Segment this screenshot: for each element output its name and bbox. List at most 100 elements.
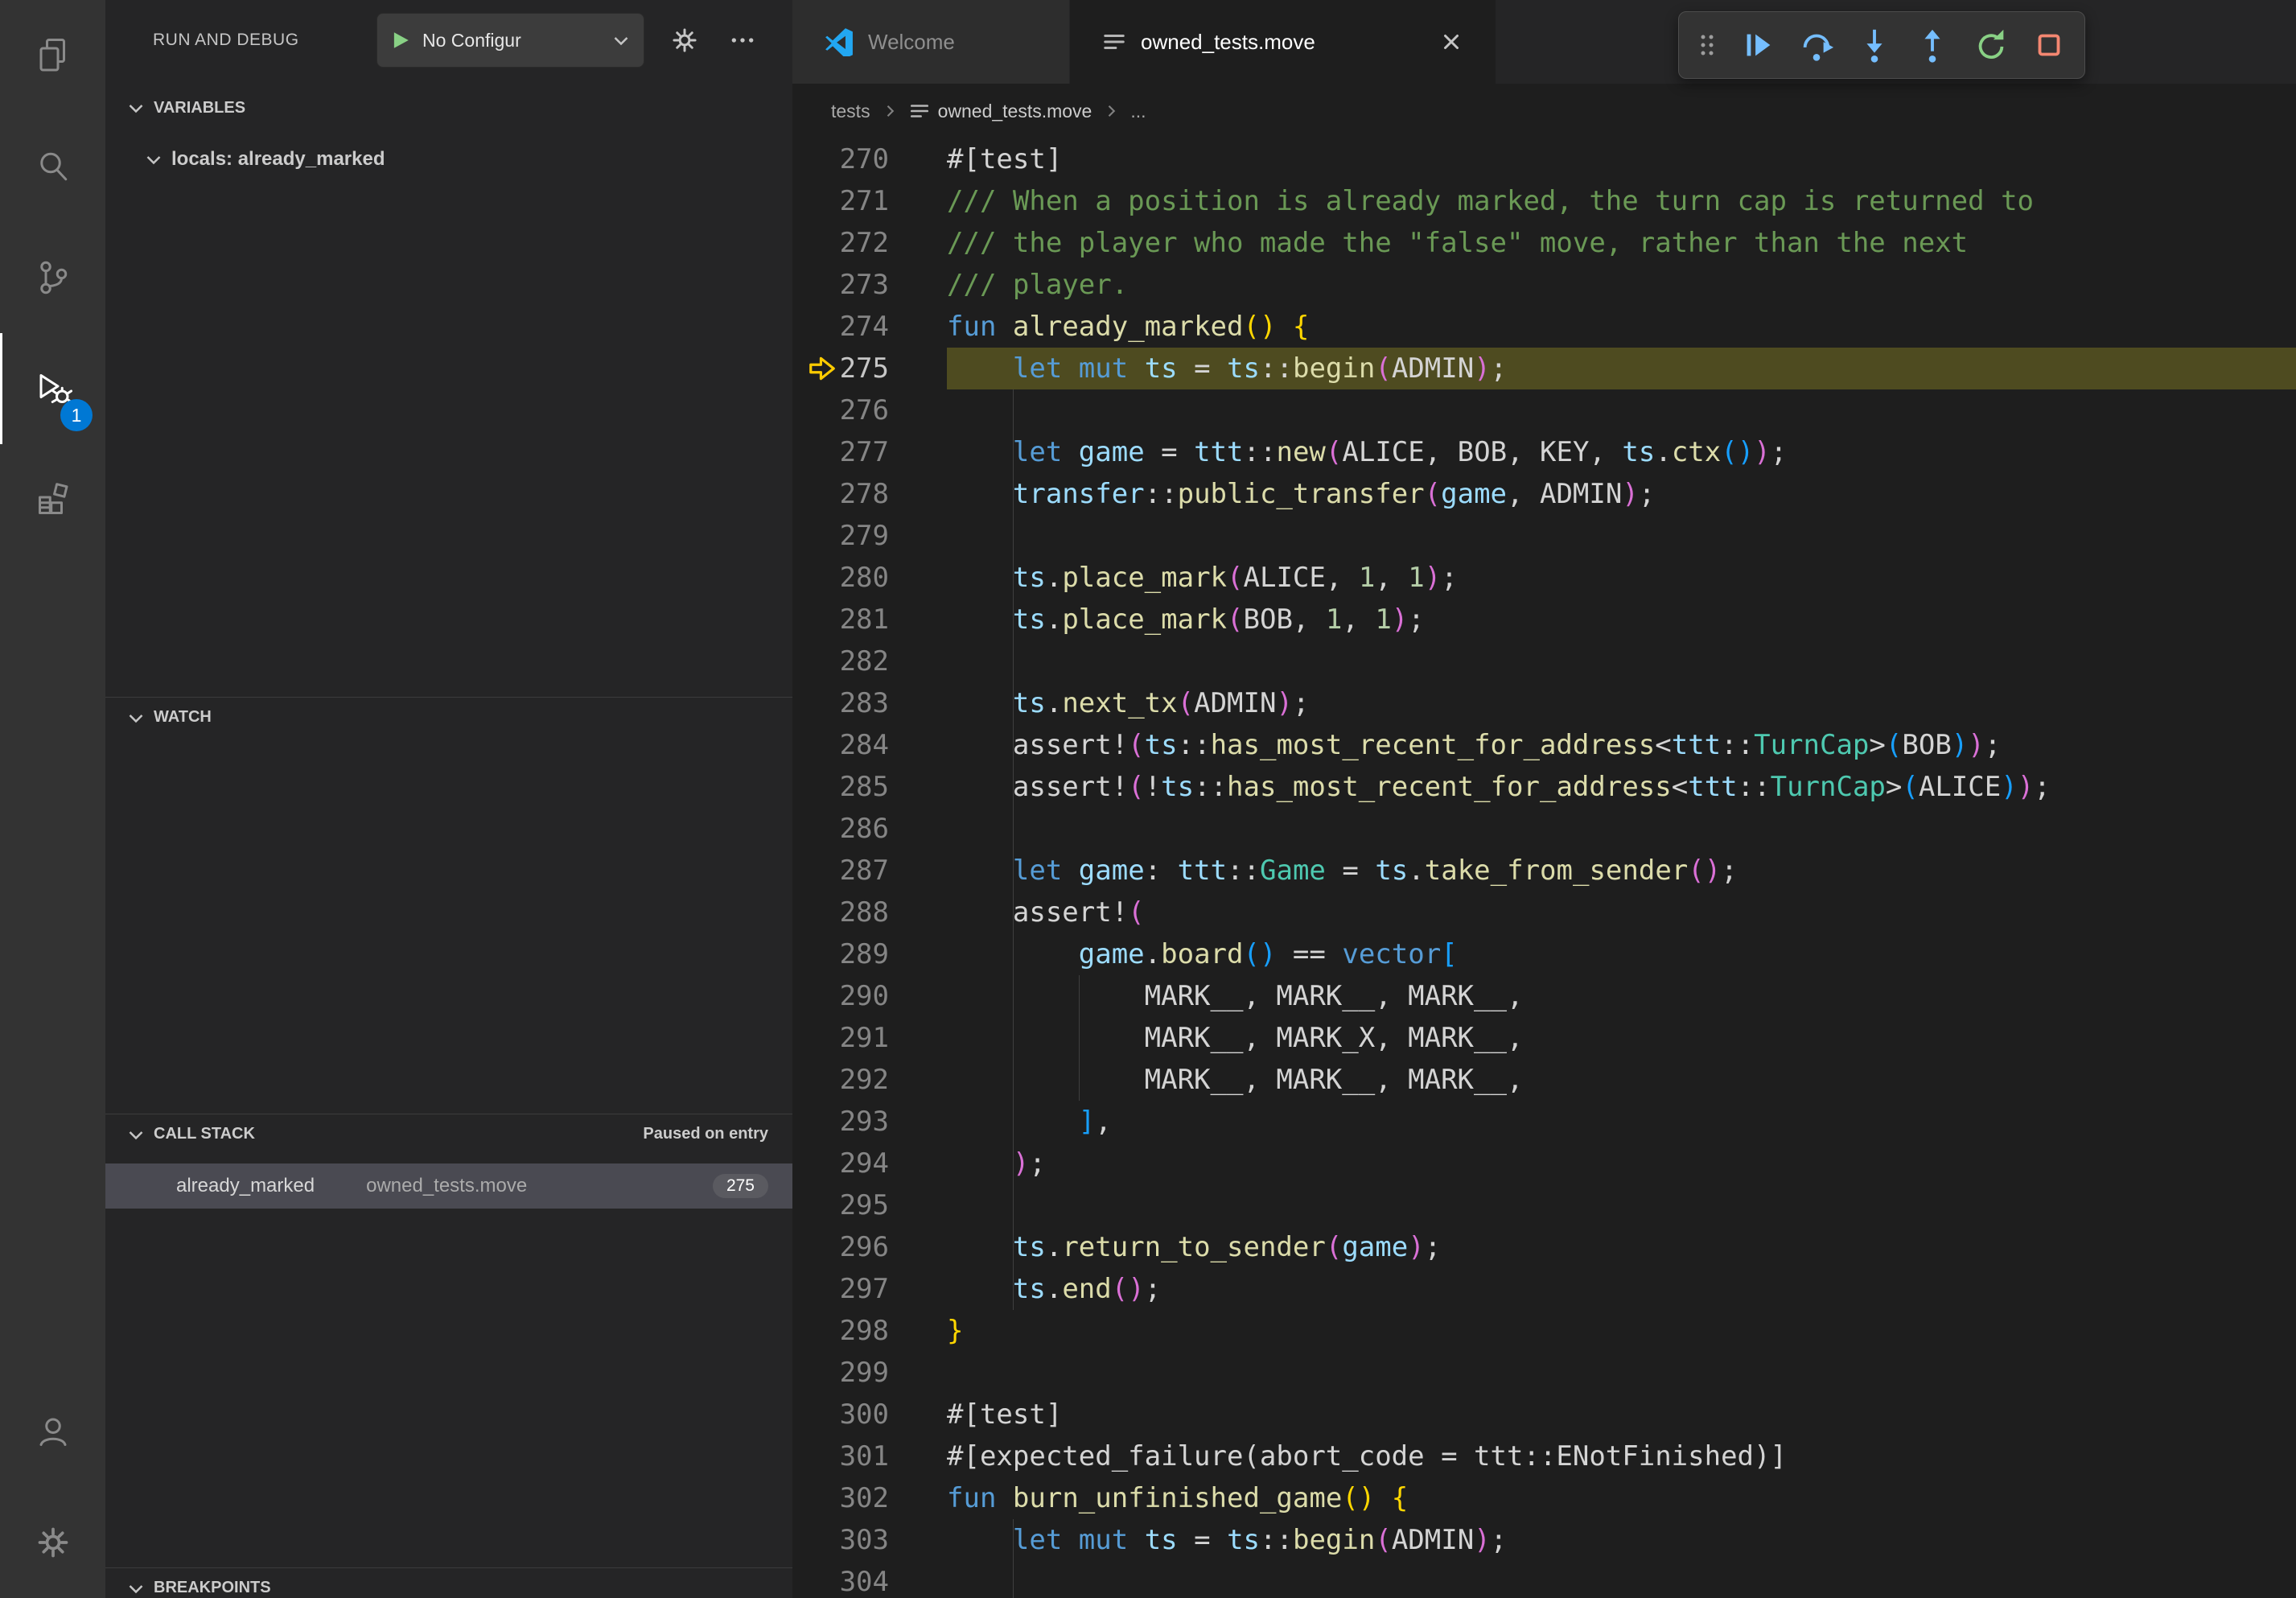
code-line-content[interactable]: ts.return_to_sender(game); [947,1226,2296,1268]
code-line-content[interactable] [947,640,2296,682]
tab-welcome[interactable]: Welcome [792,0,1070,84]
code-line-content[interactable] [947,515,2296,557]
launch-settings-gear-icon[interactable] [660,0,709,80]
code-line-content[interactable]: ], [947,1101,2296,1143]
run-and-debug-icon[interactable]: 1 [0,333,105,444]
code-line-content[interactable]: let game: ttt::Game = ts.take_from_sende… [947,850,2296,892]
stop-button[interactable] [2026,22,2072,68]
more-actions-icon[interactable] [718,0,767,80]
code-line-content[interactable]: #[test] [947,1394,2296,1435]
line-number[interactable]: 295 [792,1184,947,1226]
line-number[interactable]: 296 [792,1226,947,1268]
line-number[interactable]: 299 [792,1352,947,1394]
code-line-278[interactable]: 278 transfer::public_transfer(game, ADMI… [792,473,2296,515]
accounts-icon[interactable] [0,1376,105,1487]
watch-section-header[interactable]: WATCH [105,697,792,737]
code-line-293[interactable]: 293 ], [792,1101,2296,1143]
code-line-content[interactable]: let game = ttt::new(ALICE, BOB, KEY, ts.… [947,431,2296,473]
line-number[interactable]: 277 [792,431,947,473]
line-number[interactable]: 279 [792,515,947,557]
code-line-297[interactable]: 297 ts.end(); [792,1268,2296,1310]
code-line-content[interactable]: ts.end(); [947,1268,2296,1310]
line-number[interactable]: 276 [792,389,947,431]
code-line-302[interactable]: 302fun burn_unfinished_game() { [792,1477,2296,1519]
settings-gear-icon[interactable] [0,1487,105,1598]
code-line-286[interactable]: 286 [792,808,2296,850]
code-line-content[interactable]: #[expected_failure(abort_code = ttt::ENo… [947,1435,2296,1477]
code-line-280[interactable]: 280 ts.place_mark(ALICE, 1, 1); [792,557,2296,599]
code-line-content[interactable]: MARK__, MARK_X, MARK__, [947,1017,2296,1059]
line-number[interactable]: 285 [792,766,947,808]
start-debugging-icon[interactable] [390,30,411,51]
breadcrumb-symbol-placeholder[interactable]: ... [1130,101,1146,122]
code-line-content[interactable] [947,389,2296,431]
line-number[interactable]: 278 [792,473,947,515]
tab-owned-tests[interactable]: owned_tests.move [1070,0,1496,84]
continue-button[interactable] [1734,22,1781,68]
code-line-content[interactable]: let mut ts = ts::begin(ADMIN); [947,348,2296,389]
line-number[interactable]: 283 [792,682,947,724]
code-line-272[interactable]: 272/// the player who made the "false" m… [792,222,2296,264]
code-line-275[interactable]: 275 let mut ts = ts::begin(ADMIN); [792,348,2296,389]
code-line-content[interactable]: ); [947,1143,2296,1184]
step-out-button[interactable] [1909,22,1956,68]
code-line-content[interactable]: assert!(ts::has_most_recent_for_address<… [947,724,2296,766]
line-number[interactable]: 298 [792,1310,947,1352]
code-line-294[interactable]: 294 ); [792,1143,2296,1184]
code-line-content[interactable]: assert!(!ts::has_most_recent_for_address… [947,766,2296,808]
line-number[interactable]: 281 [792,599,947,640]
line-number[interactable]: 302 [792,1477,947,1519]
line-number[interactable]: 294 [792,1143,947,1184]
code-line-content[interactable]: MARK__, MARK__, MARK__, [947,1059,2296,1101]
line-number[interactable]: 275 [792,348,947,389]
code-line-273[interactable]: 273/// player. [792,264,2296,306]
line-number[interactable]: 304 [792,1561,947,1598]
code-line-291[interactable]: 291 MARK__, MARK_X, MARK__, [792,1017,2296,1059]
line-number[interactable]: 293 [792,1101,947,1143]
line-number[interactable]: 272 [792,222,947,264]
line-number[interactable]: 284 [792,724,947,766]
code-line-300[interactable]: 300#[test] [792,1394,2296,1435]
close-tab-icon[interactable] [1439,30,1463,54]
breakpoints-section-header[interactable]: BREAKPOINTS [105,1567,792,1598]
call-stack-section-header[interactable]: CALL STACK Paused on entry [105,1114,792,1154]
line-number[interactable]: 274 [792,306,947,348]
code-line-content[interactable]: fun burn_unfinished_game() { [947,1477,2296,1519]
code-line-content[interactable]: } [947,1310,2296,1352]
code-line-287[interactable]: 287 let game: ttt::Game = ts.take_from_s… [792,850,2296,892]
code-line-content[interactable]: ts.place_mark(BOB, 1, 1); [947,599,2296,640]
code-line-283[interactable]: 283 ts.next_tx(ADMIN); [792,682,2296,724]
code-line-279[interactable]: 279 [792,515,2296,557]
code-line-292[interactable]: 292 MARK__, MARK__, MARK__, [792,1059,2296,1101]
code-editor[interactable]: 270#[test]271/// When a position is alre… [792,138,2296,1598]
code-line-content[interactable]: /// the player who made the "false" move… [947,222,2296,264]
code-line-277[interactable]: 277 let game = ttt::new(ALICE, BOB, KEY,… [792,431,2296,473]
restart-button[interactable] [1968,22,2014,68]
line-number[interactable]: 287 [792,850,947,892]
breadcrumb-file[interactable]: owned_tests.move [909,101,1092,122]
line-number[interactable]: 271 [792,180,947,222]
code-line-content[interactable]: /// When a position is already marked, t… [947,180,2296,222]
code-line-content[interactable] [947,1561,2296,1598]
code-line-303[interactable]: 303 let mut ts = ts::begin(ADMIN); [792,1519,2296,1561]
step-into-button[interactable] [1851,22,1898,68]
line-number[interactable]: 282 [792,640,947,682]
code-line-content[interactable]: game.board() == vector[ [947,933,2296,975]
code-line-content[interactable]: ts.place_mark(ALICE, 1, 1); [947,557,2296,599]
code-line-276[interactable]: 276 [792,389,2296,431]
code-line-301[interactable]: 301#[expected_failure(abort_code = ttt::… [792,1435,2296,1477]
code-line-content[interactable]: let mut ts = ts::begin(ADMIN); [947,1519,2296,1561]
line-number[interactable]: 280 [792,557,947,599]
code-line-298[interactable]: 298} [792,1310,2296,1352]
code-line-content[interactable]: fun already_marked() { [947,306,2296,348]
code-line-content[interactable]: transfer::public_transfer(game, ADMIN); [947,473,2296,515]
line-number[interactable]: 289 [792,933,947,975]
code-line-content[interactable]: MARK__, MARK__, MARK__, [947,975,2296,1017]
line-number[interactable]: 270 [792,138,947,180]
line-number[interactable]: 291 [792,1017,947,1059]
variables-section-header[interactable]: VARIABLES [105,89,792,127]
code-line-270[interactable]: 270#[test] [792,138,2296,180]
breadcrumb-folder[interactable]: tests [831,101,870,122]
code-line-content[interactable] [947,1184,2296,1226]
line-number[interactable]: 297 [792,1268,947,1310]
